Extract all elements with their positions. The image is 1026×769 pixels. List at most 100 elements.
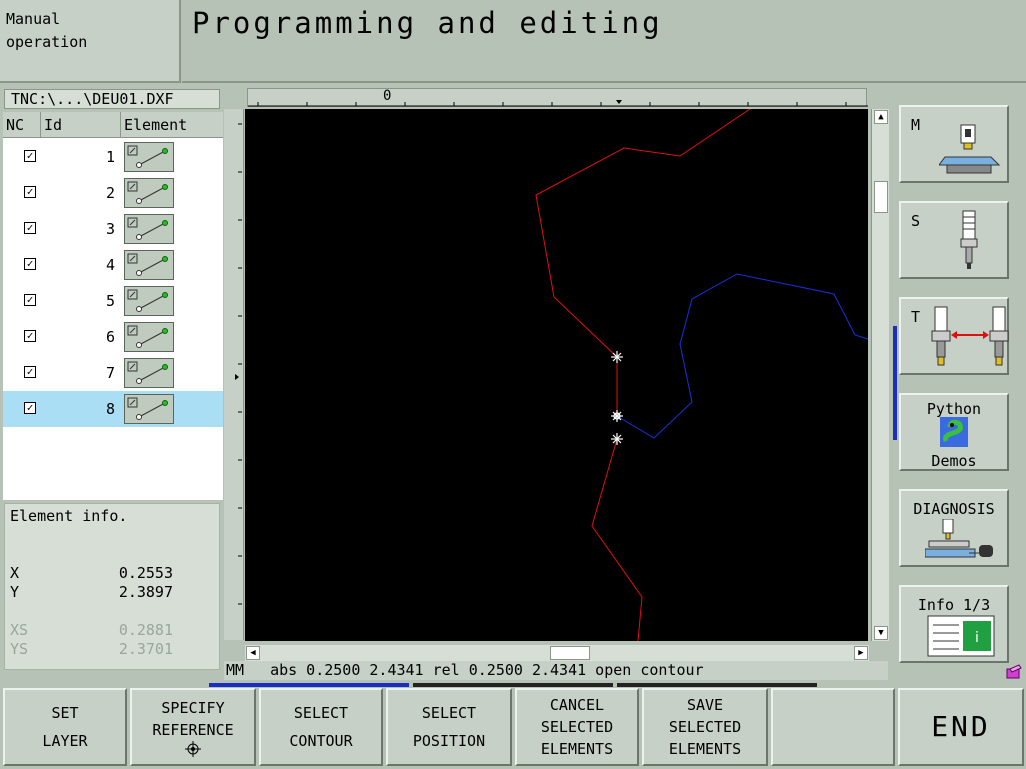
element-id: 8: [105, 400, 115, 418]
nc-checkbox[interactable]: ✓: [24, 258, 36, 270]
softkey-label: REFERENCE: [152, 721, 234, 739]
softkey-label: SET: [51, 704, 79, 722]
page-title: Programming and editing: [182, 0, 1026, 83]
xs-value: 0.2881: [118, 621, 173, 639]
info-button[interactable]: Info 1/3 i: [899, 585, 1009, 663]
horizontal-scroll-thumb[interactable]: [550, 646, 590, 660]
empty-softkey[interactable]: [771, 688, 895, 766]
ruler-zero-label: 0: [383, 88, 392, 104]
specify-reference-softkey[interactable]: SPECIFY REFERENCE: [130, 688, 256, 766]
softkey-page-indicator-active: [209, 683, 409, 687]
softkey-label: CONTOUR: [289, 732, 353, 750]
softkey-label: CANCEL: [549, 696, 605, 714]
softkey-label: SELECTED: [668, 718, 742, 736]
machine-m-button[interactable]: M: [899, 105, 1009, 183]
contour-red-lower: [591, 438, 643, 641]
python-snake-icon: [940, 417, 968, 447]
scroll-up-button[interactable]: ▲: [874, 110, 888, 124]
table-row[interactable]: ✓ 7: [3, 355, 223, 391]
horizontal-ruler: 0: [247, 88, 868, 107]
side-softkey-scroll-indicator: [893, 326, 897, 440]
scroll-down-button[interactable]: ▼: [874, 626, 888, 640]
s-label: S: [911, 212, 921, 230]
info-icon: i: [927, 615, 995, 657]
horizontal-scrollbar[interactable]: ◀ ▶: [245, 645, 869, 661]
softkey-label: SAVE: [686, 696, 724, 714]
column-nc[interactable]: NC: [3, 112, 41, 138]
element-info-title: Element info.: [10, 507, 128, 525]
select-position-softkey[interactable]: SELECT POSITION: [386, 688, 512, 766]
nc-checkbox[interactable]: ✓: [24, 150, 36, 162]
vertical-scrollbar[interactable]: ▲ ▼: [871, 109, 889, 641]
element-id: 4: [105, 256, 115, 274]
python-demos-button[interactable]: Python Demos: [899, 393, 1009, 471]
save-selected-elements-softkey[interactable]: SAVE SELECTED ELEMENTS: [642, 688, 768, 766]
nc-checkbox[interactable]: ✓: [24, 222, 36, 234]
table-row[interactable]: ✓ 2: [3, 175, 223, 211]
nc-checkbox[interactable]: ✓: [24, 186, 36, 198]
line-element-icon: [124, 142, 174, 172]
table-row[interactable]: ✓ 5: [3, 283, 223, 319]
nc-checkbox[interactable]: ✓: [24, 330, 36, 342]
vertical-scroll-thumb[interactable]: [874, 181, 888, 213]
softkey-label: SELECT: [421, 704, 477, 722]
spindle-s-button[interactable]: S: [899, 201, 1009, 279]
element-id: 6: [105, 328, 115, 346]
table-row[interactable]: ✓ 6: [3, 319, 223, 355]
softkey-label: ELEMENTS: [540, 740, 614, 758]
line-element-icon: [124, 358, 174, 388]
diagnosis-button[interactable]: DIAGNOSIS: [899, 489, 1009, 567]
element-list-header: NC Id Element: [3, 112, 223, 138]
demos-label: Demos: [931, 452, 977, 470]
column-element[interactable]: Element: [121, 112, 223, 138]
column-id[interactable]: Id: [41, 112, 121, 138]
end-softkey[interactable]: END: [898, 688, 1024, 766]
element-id: 5: [105, 292, 115, 310]
tool-t-button[interactable]: T: [899, 297, 1009, 375]
element-info-panel: Element info. X 0.2553 Y 2.3897 XS 0.288…: [4, 503, 220, 670]
ys-label: YS: [10, 640, 29, 658]
softkey-label: SELECT: [293, 704, 349, 722]
python-label: Python: [926, 400, 982, 418]
scroll-left-button[interactable]: ◀: [246, 646, 260, 660]
softkey-label: SPECIFY: [161, 699, 225, 717]
nc-checkbox[interactable]: ✓: [24, 294, 36, 306]
status-bar: MM abs 0.2500 2.4341 rel 0.2500 2.4341 op…: [224, 661, 888, 680]
table-row[interactable]: ✓ 4: [3, 247, 223, 283]
line-element-icon: [124, 394, 174, 424]
element-id: 3: [105, 220, 115, 238]
select-contour-softkey[interactable]: SELECT CONTOUR: [259, 688, 383, 766]
table-row[interactable]: ✓ 3: [3, 211, 223, 247]
element-id: 1: [105, 148, 115, 166]
line-element-icon: [124, 214, 174, 244]
element-id: 2: [105, 184, 115, 202]
nc-checkbox[interactable]: ✓: [24, 402, 36, 414]
xs-label: XS: [10, 621, 29, 639]
element-id: 7: [105, 364, 115, 382]
table-row[interactable]: ✓ 8: [3, 391, 223, 427]
edit-mode-icon: [1006, 664, 1022, 680]
line-element-icon: [124, 322, 174, 352]
m-label: M: [911, 116, 921, 134]
softkey-label: END: [931, 710, 991, 743]
crosshair-icon: [185, 741, 201, 757]
y-value: 2.3897: [118, 583, 173, 601]
softkey-page-indicator: [413, 683, 613, 687]
point-marker-2: [611, 410, 623, 422]
softkey-label: SELECTED: [540, 718, 614, 736]
t-label: T: [911, 308, 921, 326]
set-layer-softkey[interactable]: SET LAYER: [3, 688, 127, 766]
scroll-right-button[interactable]: ▶: [854, 646, 868, 660]
table-row[interactable]: ✓ 1: [3, 139, 223, 175]
status-text: abs 0.2500 2.4341 rel 0.2500 2.4341 open…: [270, 661, 704, 679]
cancel-selected-elements-softkey[interactable]: CANCEL SELECTED ELEMENTS: [515, 688, 639, 766]
ys-value: 2.3701: [118, 640, 173, 658]
dxf-drawing-canvas[interactable]: [245, 109, 868, 641]
contour-blue: [616, 273, 868, 439]
x-value: 0.2553: [118, 564, 173, 582]
line-element-icon: [124, 250, 174, 280]
x-label: X: [10, 564, 20, 582]
operating-mode-label: Manual operation: [0, 0, 181, 83]
svg-text:i: i: [975, 630, 979, 646]
nc-checkbox[interactable]: ✓: [24, 366, 36, 378]
